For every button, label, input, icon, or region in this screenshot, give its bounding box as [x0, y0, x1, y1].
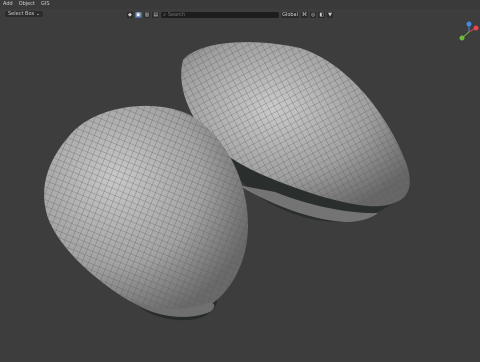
- search-icon: ⌕: [163, 11, 166, 18]
- snap-icon[interactable]: ⌘: [301, 11, 309, 18]
- select-box-dropdown[interactable]: Select Box ⌄: [5, 11, 44, 17]
- select-tool-icon[interactable]: ▣: [134, 11, 142, 18]
- menu-object[interactable]: Object: [16, 0, 38, 9]
- filter-icon[interactable]: ▼: [327, 11, 333, 18]
- gizmo-z-icon[interactable]: [466, 21, 472, 27]
- navigation-gizmo[interactable]: [458, 20, 480, 48]
- search-field[interactable]: ⌕: [161, 11, 280, 18]
- 3d-viewport[interactable]: [0, 0, 480, 360]
- proportional-edit-icon[interactable]: ◎: [310, 11, 317, 18]
- global-orientation-dropdown[interactable]: Global: [281, 11, 300, 18]
- menu-gis[interactable]: GIS: [38, 0, 53, 9]
- menu-add[interactable]: Add: [0, 0, 16, 9]
- gizmo-y-icon[interactable]: [459, 35, 465, 41]
- overlays-icon[interactable]: ◧: [318, 11, 326, 18]
- rotate-tool-icon[interactable]: ▤: [152, 11, 160, 18]
- search-input[interactable]: [167, 11, 263, 18]
- gizmo-x-icon[interactable]: [473, 25, 479, 31]
- tool-header: Select Box ⌄ ◆ ▣ ▥ ▤ ⌕ Global ⌘ ◎ ◧ ▼: [0, 10, 480, 19]
- global-label: Global: [282, 11, 299, 18]
- move-tool-icon[interactable]: ▥: [143, 11, 151, 18]
- header-menu-bar: Add Object GIS: [0, 0, 480, 9]
- viewport-canvas: [44, 42, 410, 321]
- viewport-toolbar: ◆ ▣ ▥ ▤ ⌕ Global ⌘ ◎ ◧ ▼: [127, 11, 352, 18]
- object-mode-icon[interactable]: ◆: [127, 11, 133, 18]
